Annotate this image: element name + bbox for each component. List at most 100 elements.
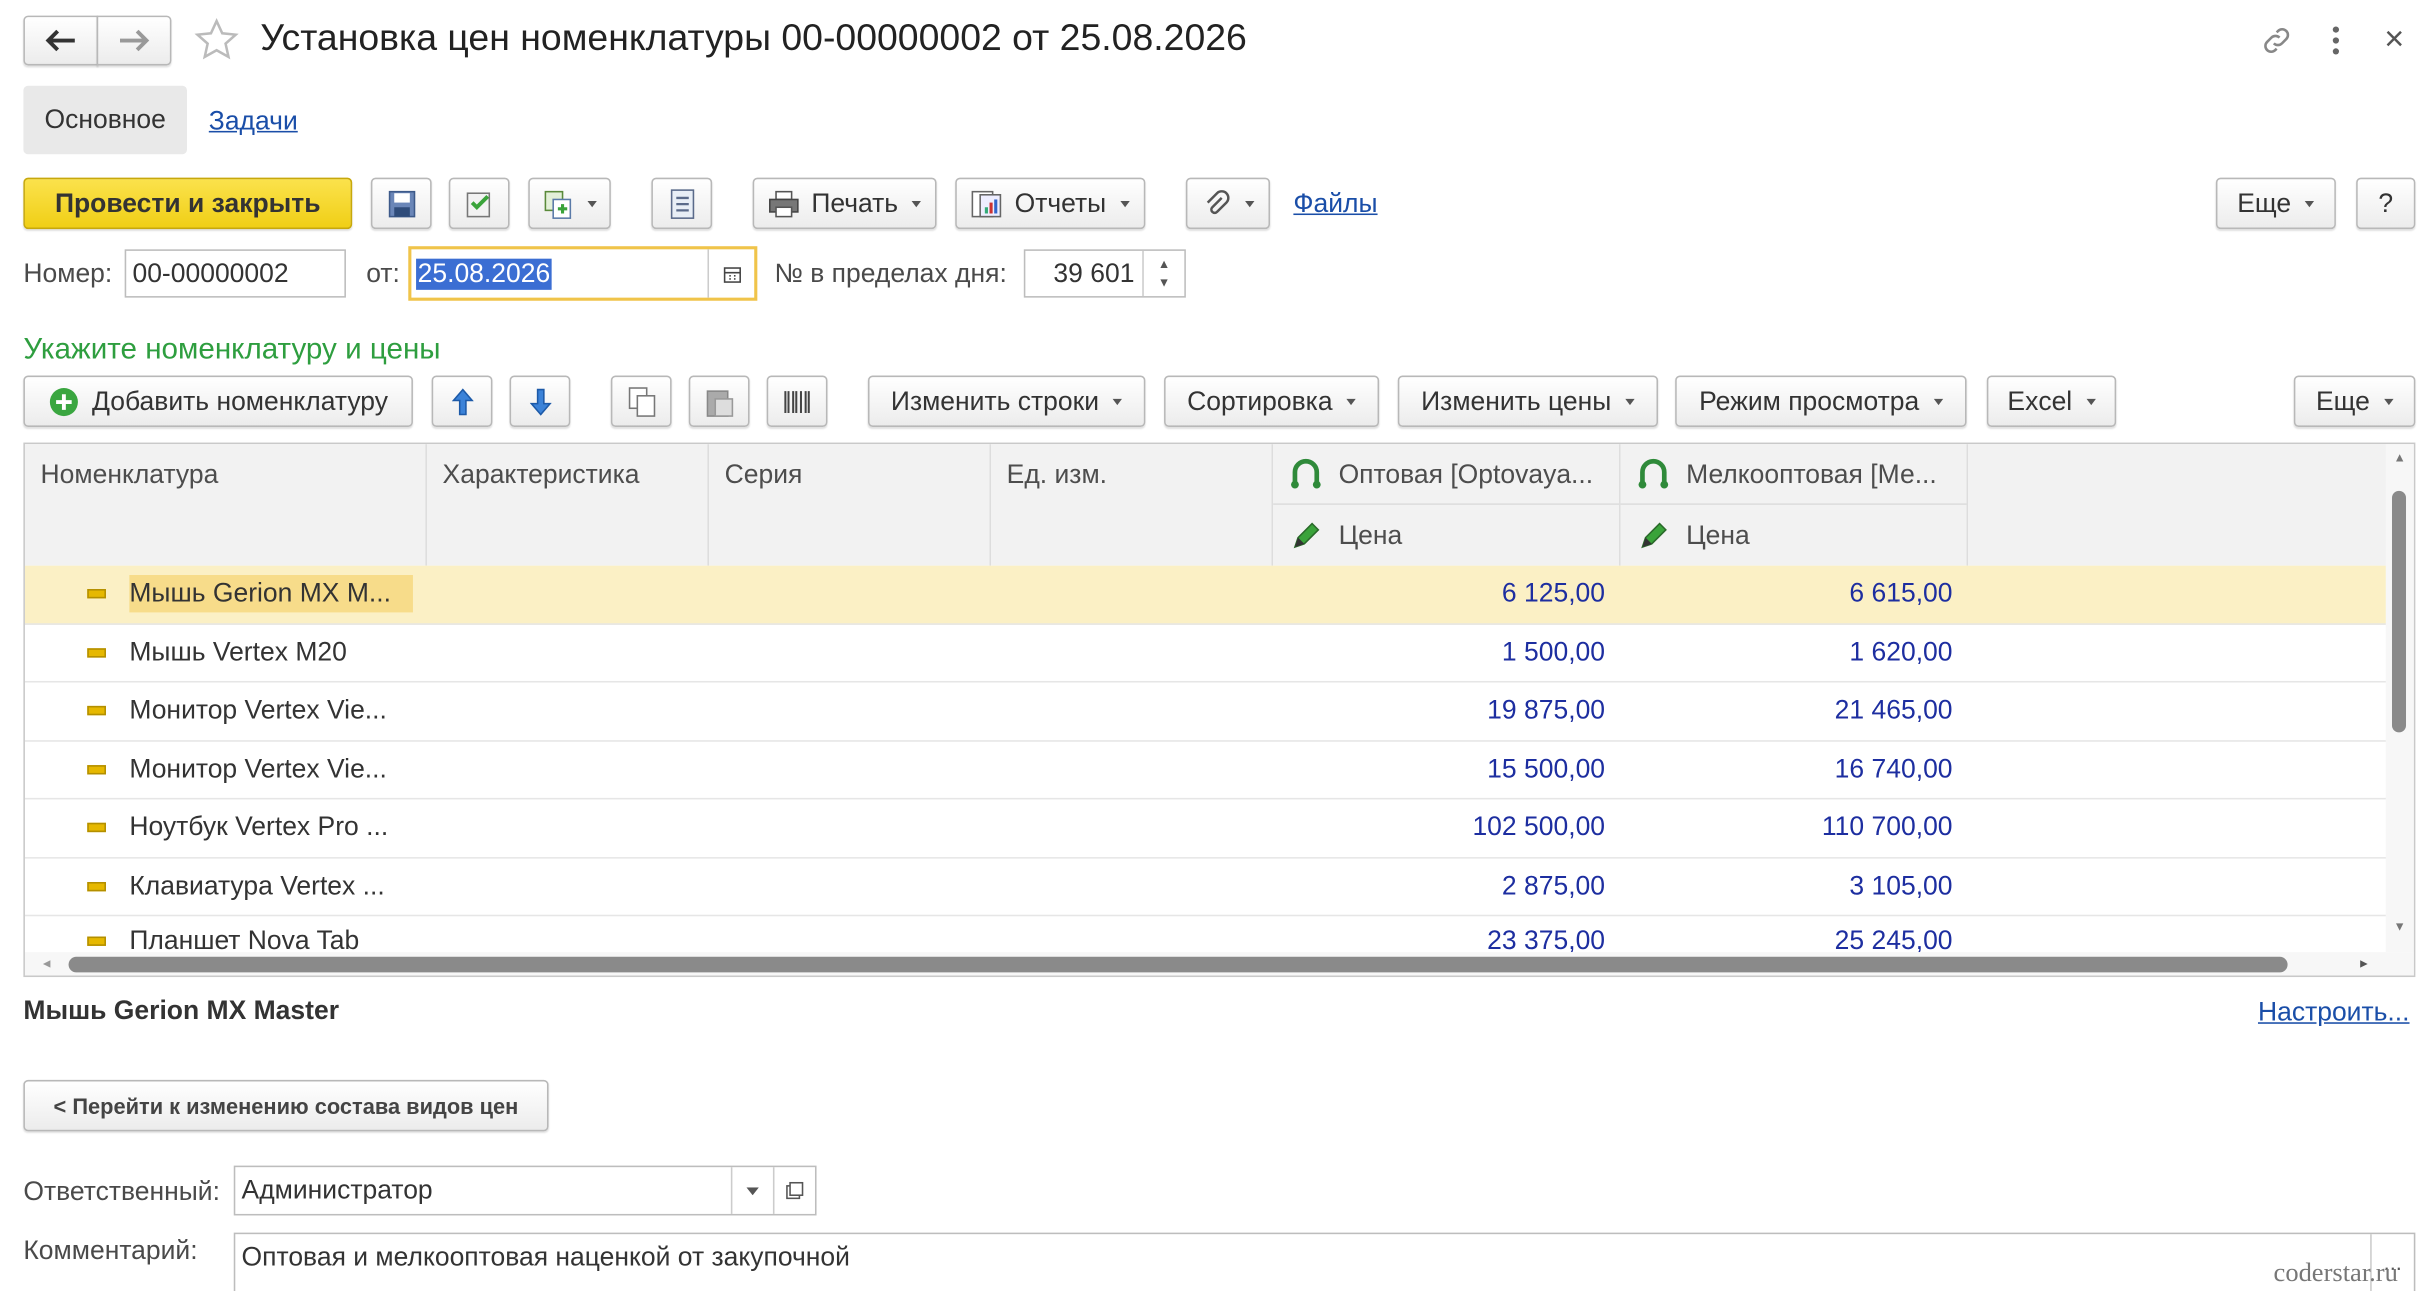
scroll-left-icon[interactable]: ◄ [41,957,53,971]
smallwholesale-price-cell[interactable]: 3 105,00 [1621,858,1969,915]
help-button[interactable]: ? [2356,177,2416,230]
table-more-label: Еще [2315,385,2370,416]
wholesale-price-cell[interactable]: 102 500,00 [1273,799,1621,856]
smallwholesale-price-cell[interactable]: 21 465,00 [1621,683,1969,740]
wholesale-price-cell[interactable]: 23 375,00 [1273,916,1621,952]
day-number-field[interactable]: 39 601 ▲ ▼ [1023,249,1186,298]
close-icon[interactable]: × [2384,19,2404,60]
smallwholesale-price: 25 245,00 [1834,925,1953,953]
more-button[interactable]: Еще [2215,177,2336,230]
col-header-series[interactable]: Серия [709,444,992,566]
responsible-open[interactable] [772,1167,815,1214]
print-button[interactable]: Печать [752,177,937,230]
go-to-price-types-label: < Перейти к изменению состава видов цен [53,1093,519,1119]
item-cell[interactable]: Мышь Gerion MX M... [25,566,427,623]
barcode-icon [783,390,809,413]
col-header-wholesale[interactable]: Оптовая [Optovaya... Цена [1273,444,1621,566]
col-subheader-smallwholesale: Цена [1686,520,1750,551]
calendar-button[interactable] [707,249,754,298]
col-header-characteristic[interactable]: Характеристика [426,444,710,566]
table-more-button[interactable]: Еще [2293,375,2416,427]
change-prices-button[interactable]: Изменить цены [1397,375,1659,427]
horizontal-scroll-thumb[interactable] [68,956,2288,973]
wholesale-price-cell[interactable]: 19 875,00 [1273,683,1621,740]
col-header-item[interactable]: Номенклатура [24,444,427,566]
barcode-button[interactable] [766,375,828,427]
item-cell[interactable]: Клавиатура Vertex ... [25,858,427,915]
move-down-button[interactable] [509,375,571,427]
item-name: Планшет Nova Tab [129,925,360,953]
responsible-value: Администратор [241,1174,433,1205]
item-cell[interactable]: Мышь Vertex M20 [25,624,427,681]
vertical-scroll-thumb[interactable] [2391,490,2407,733]
price-type-icon [1291,458,1321,489]
table-row[interactable]: Мышь Gerion MX M... 6 125,00 6 615,00 [24,565,2388,625]
day-number-spinner[interactable]: ▲ ▼ [1142,250,1184,297]
tab-tasks[interactable]: Задачи [209,106,298,137]
wholesale-price-cell[interactable]: 2 875,00 [1273,858,1621,915]
excel-button[interactable]: Excel [1986,375,2117,427]
table-row[interactable]: Монитор Vertex Vie... 15 500,00 16 740,0… [24,741,2388,800]
horizontal-scrollbar[interactable]: ◄ ► [24,952,2414,976]
back-button[interactable] [23,15,99,66]
paste-button[interactable] [688,375,750,427]
star-icon[interactable] [193,17,240,64]
table-row[interactable]: Планшет Nova Tab 23 375,00 25 245,00 [25,916,2387,952]
item-name: Монитор Vertex Vie... [129,695,387,725]
scroll-right-icon[interactable]: ► [2358,957,2370,971]
post-and-close-button[interactable]: Провести и закрыть [23,177,353,230]
table-row[interactable]: Монитор Vertex Vie... 19 875,00 21 465,0… [24,683,2388,741]
wholesale-price-cell[interactable]: 15 500,00 [1273,741,1621,798]
col-header-smallwholesale[interactable]: Мелкооптовая [Ме... Цена [1620,444,1969,566]
save-button[interactable] [370,177,432,230]
add-item-button[interactable]: Добавить номенклатуру [23,375,413,427]
list-button[interactable] [651,177,713,230]
move-up-button[interactable] [431,375,493,427]
attach-button[interactable] [1185,177,1271,230]
post-button[interactable] [448,177,510,230]
open-window-icon [786,1181,804,1200]
prices-table[interactable]: Номенклатура Характеристика Серия Ед. из… [23,442,2416,978]
table-row[interactable]: Мышь Vertex M20 1 500,00 1 620,00 [24,624,2388,683]
responsible-field[interactable]: Администратор [233,1165,817,1216]
forward-button[interactable] [96,15,172,66]
date-field[interactable]: 25.08.2026 [408,246,758,301]
tab-main[interactable]: Основное [23,85,187,155]
responsible-dropdown[interactable] [730,1167,773,1214]
item-cell[interactable]: Ноутбук Vertex Pro ... [25,799,427,856]
scroll-down-icon[interactable]: ▼ [2394,919,2406,933]
spin-up-icon[interactable]: ▲ [1158,255,1170,274]
go-to-price-types-button[interactable]: < Перейти к изменению состава видов цен [23,1079,549,1132]
change-rows-button[interactable]: Изменить строки [867,375,1146,427]
col-header-characteristic-label: Характеристика [442,459,640,490]
reports-button[interactable]: Отчеты [955,177,1146,230]
sort-button[interactable]: Сортировка [1164,375,1380,427]
col-header-unit[interactable]: Ед. изм. [991,444,1274,566]
post-doc-icon [465,191,490,217]
more-vert-icon[interactable] [2323,23,2348,57]
wholesale-price-cell[interactable]: 6 125,00 [1273,566,1621,623]
smallwholesale-price-cell[interactable]: 16 740,00 [1621,741,1969,798]
number-field[interactable]: 00-00000002 [124,249,346,298]
table-row[interactable]: Ноутбук Vertex Pro ... 102 500,00 110 70… [24,799,2388,858]
item-cell[interactable]: Монитор Vertex Vie... [25,741,427,798]
wholesale-price-cell[interactable]: 1 500,00 [1273,624,1621,681]
link-icon[interactable] [2260,23,2294,57]
copy-button[interactable] [610,375,672,427]
smallwholesale-price-cell[interactable]: 110 700,00 [1621,799,1969,856]
item-cell[interactable]: Планшет Nova Tab [25,916,427,952]
smallwholesale-price-cell[interactable]: 6 615,00 [1621,566,1969,623]
vertical-scrollbar[interactable]: ▲ ▼ [2385,444,2414,953]
spin-down-icon[interactable]: ▼ [1158,273,1170,292]
item-cell[interactable]: Монитор Vertex Vie... [25,683,427,740]
post-and-close-label: Провести и закрыть [54,187,321,218]
create-based-on-button[interactable] [528,177,611,230]
table-row[interactable]: Клавиатура Vertex ... 2 875,00 3 105,00 [24,858,2388,917]
comment-field[interactable]: Оптовая и мелкооптовая наценкой от закуп… [233,1232,2416,1291]
files-link[interactable]: Файлы [1293,189,1377,220]
view-mode-button[interactable]: Режим просмотра [1675,375,1967,427]
smallwholesale-price-cell[interactable]: 25 245,00 [1621,916,1969,952]
smallwholesale-price-cell[interactable]: 1 620,00 [1621,624,1969,681]
scroll-up-icon[interactable]: ▲ [2394,450,2406,464]
configure-link[interactable]: Настроить... [2258,997,2410,1028]
